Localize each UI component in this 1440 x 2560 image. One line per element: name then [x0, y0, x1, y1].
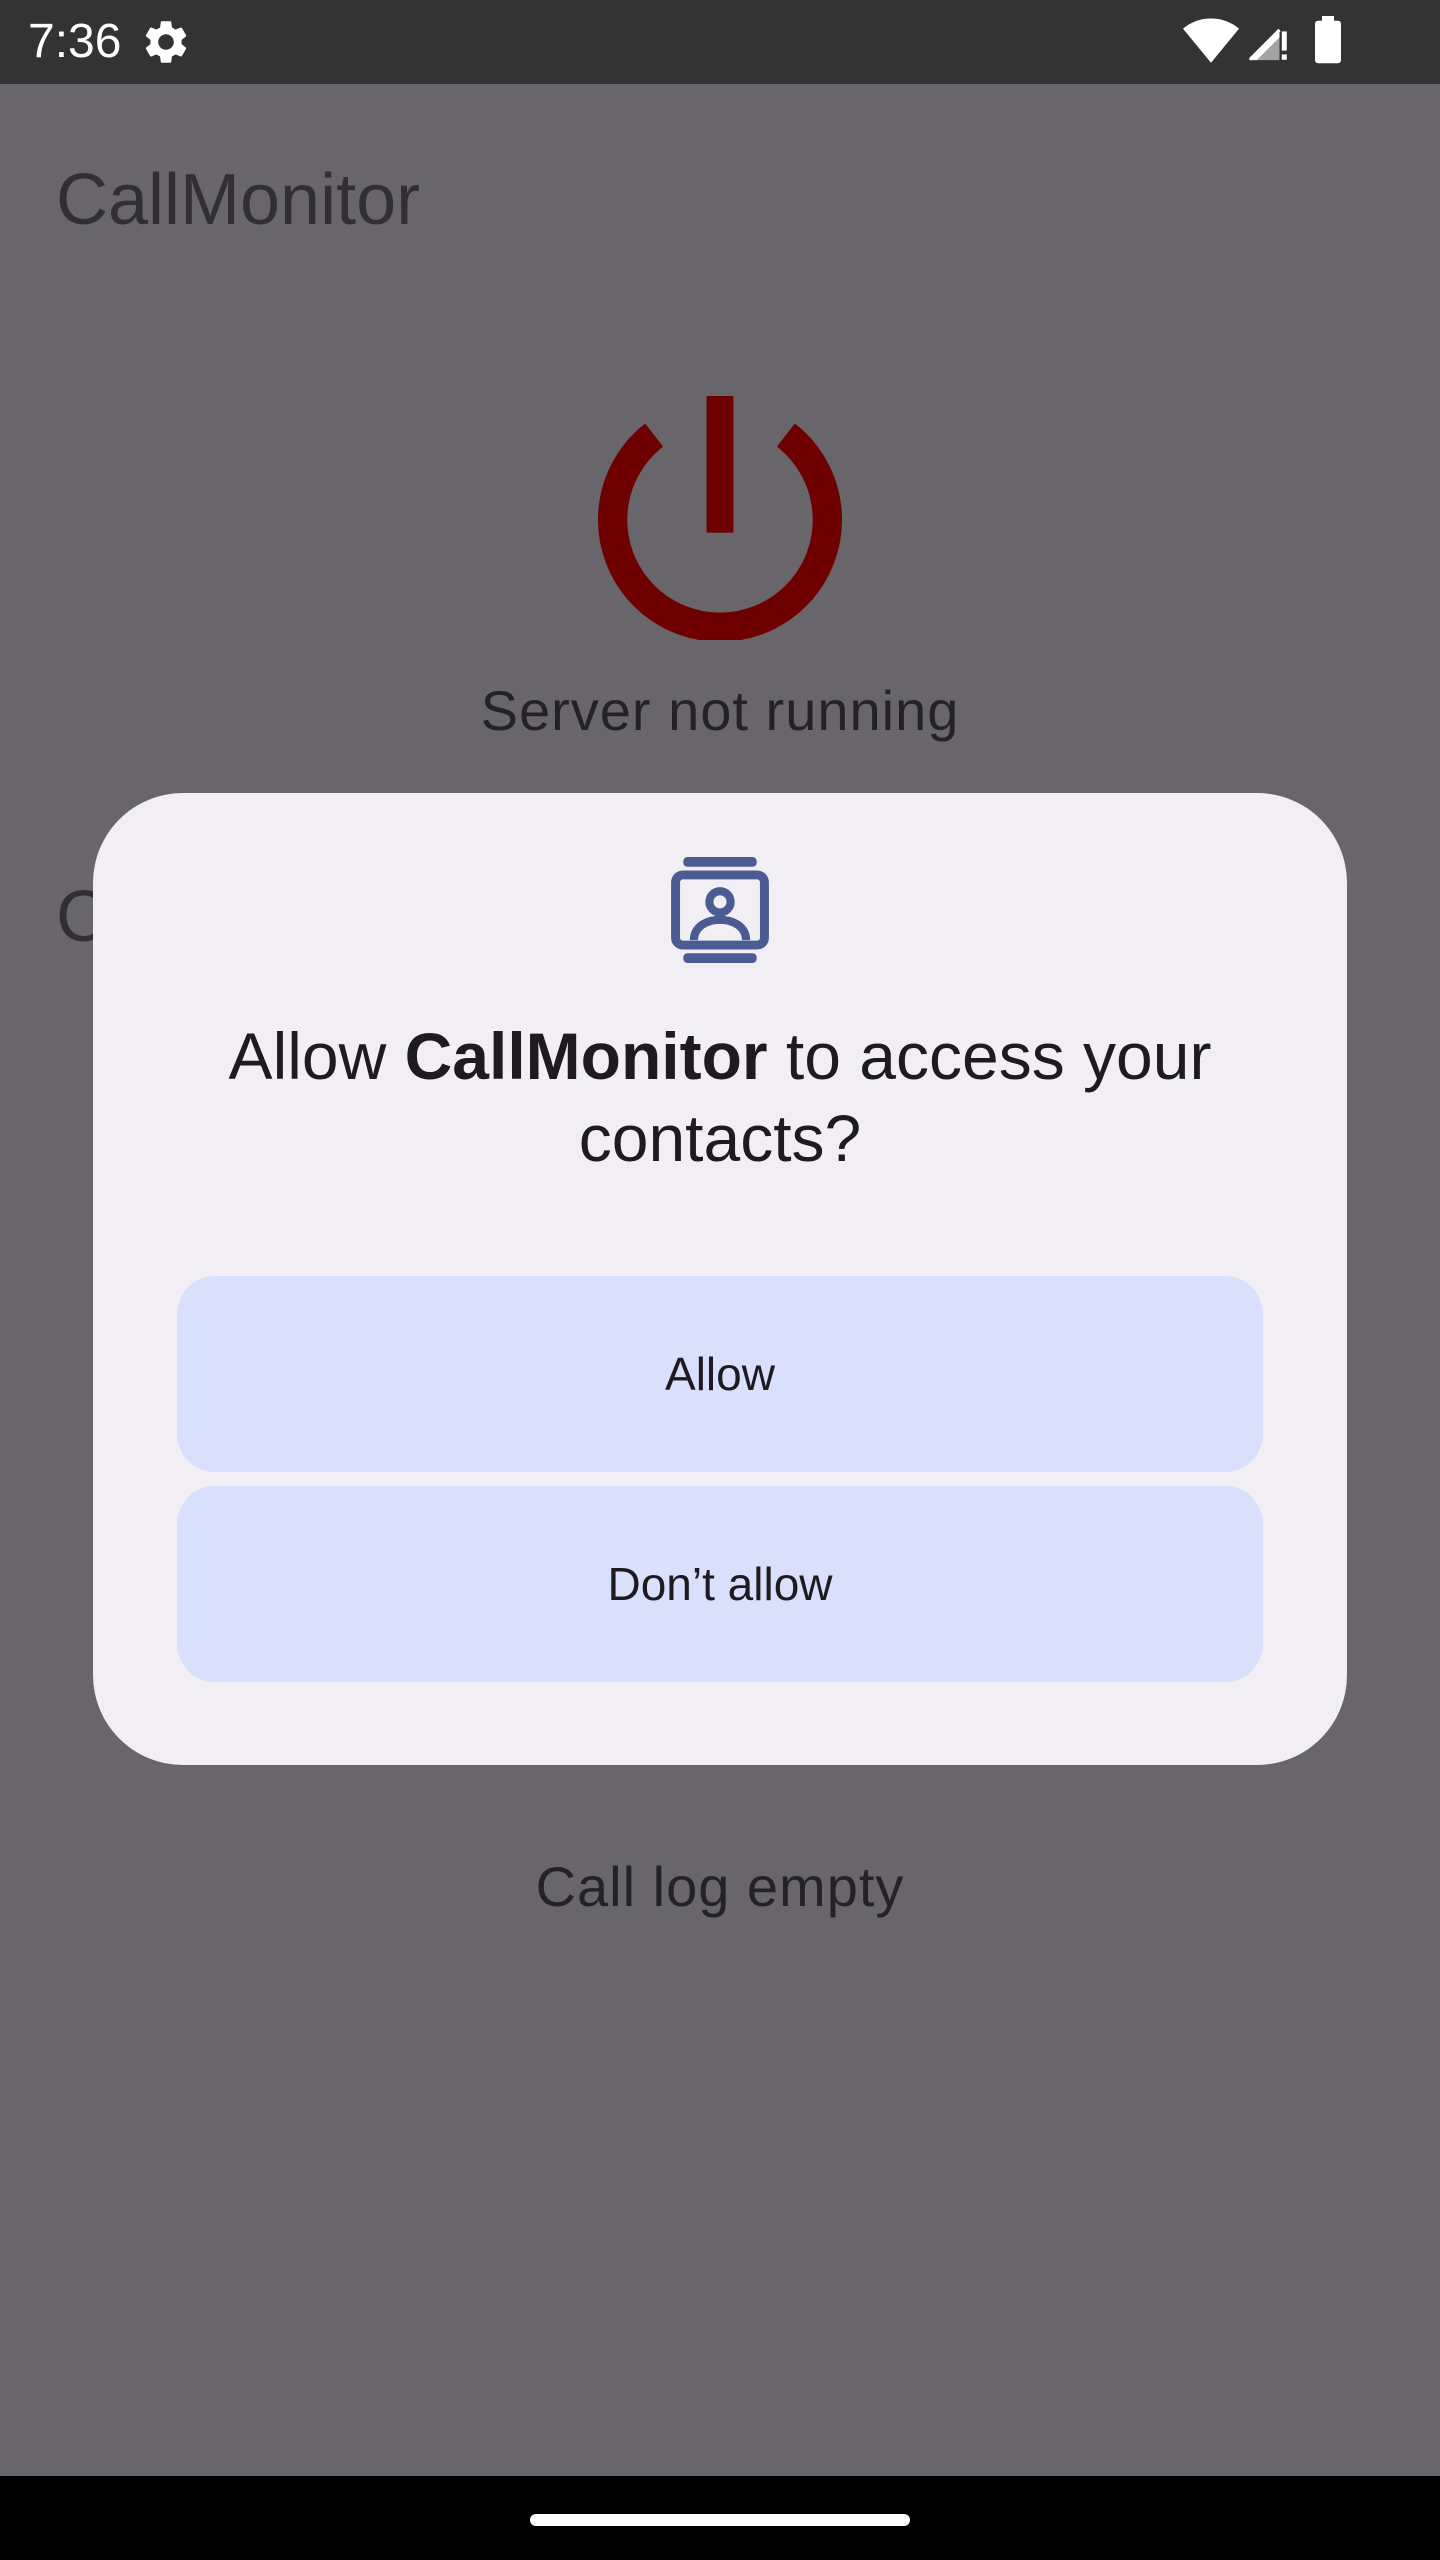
wifi-icon — [1182, 18, 1240, 63]
app-title: CallMonitor — [56, 160, 421, 240]
status-time: 7:36 — [28, 15, 122, 68]
battery-icon — [1315, 16, 1341, 64]
cell-signal-icon — [1248, 28, 1287, 61]
call-log-empty-text: Call log empty — [535, 1855, 905, 1918]
permission-dialog: Allow CallMonitor to access your contact… — [93, 793, 1347, 1765]
dialog-app-name: CallMonitor — [404, 1019, 768, 1093]
allow-button[interactable]: Allow — [177, 1276, 1263, 1472]
dialog-title-prefix: Allow — [228, 1019, 405, 1093]
status-bar: 7:36 — [0, 0, 1440, 84]
settings-gear-icon — [145, 21, 187, 63]
dont-allow-button[interactable]: Don’t allow — [177, 1486, 1263, 1682]
contacts-icon — [671, 857, 769, 963]
dialog-title: Allow CallMonitor to access your contact… — [173, 1015, 1267, 1179]
server-status-text: Server not running — [480, 679, 960, 742]
navigation-bar — [0, 2476, 1440, 2560]
power-icon[interactable] — [598, 396, 842, 640]
home-gesture-handle[interactable] — [530, 2514, 910, 2526]
